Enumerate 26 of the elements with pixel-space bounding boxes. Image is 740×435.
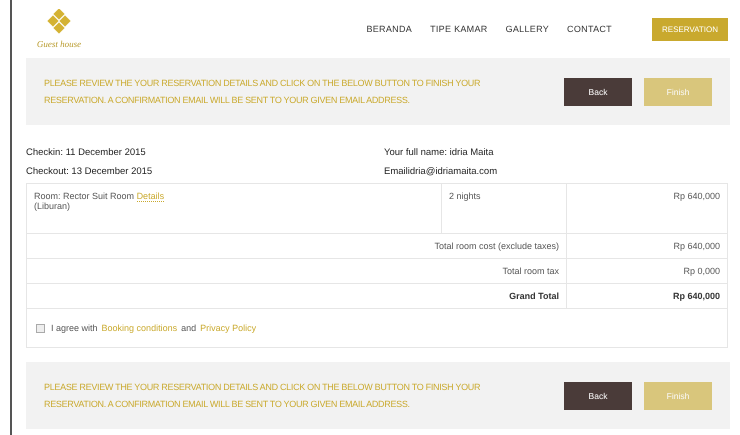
email-text: Emailidria@idriamaita.com — [384, 166, 498, 177]
notice-message: PLEASE REVIEW THE YOUR RESERVATION DETAILS AND CLICK ON THE BELOW BUTTON TO FINISH YOUR RESERVATION. A CONFIRMATION EMAIL WILL BE SENT TO YOUR GIVEN EMAIL ADDRESS. — [44, 76, 482, 106]
total-value: Rp 0,000 — [683, 266, 720, 276]
total-value: Rp 640,000 — [673, 241, 720, 251]
checkout-text: Checkout: 13 December 2015 — [26, 166, 154, 177]
back-button[interactable]: Back — [564, 78, 632, 106]
nav-link[interactable]: BERANDA — [366, 24, 412, 34]
notice-message: PLEASE REVIEW THE YOUR RESERVATION DETAILS AND CLICK ON THE BELOW BUTTON TO FINISH YOUR RESERVATION. A CONFIRMATION EMAIL WILL BE SENT TO YOUR GIVEN EMAIL ADDRESS. — [44, 380, 482, 410]
agree-checkbox[interactable] — [36, 324, 45, 332]
room-type-text: (Liburan) — [34, 201, 72, 211]
nav-link[interactable]: CONTACT — [567, 24, 612, 34]
logo-text: Guest house — [36, 39, 82, 49]
price-text: Rp 640,000 — [673, 191, 720, 201]
name-text: Your full name: idria Maita — [384, 147, 494, 158]
nav-link[interactable]: TIPE KAMAR — [430, 24, 488, 34]
room-text: Room: Rector Suit Room Details — [34, 191, 166, 201]
agree-text: and — [181, 323, 196, 333]
agree-text: I agree with — [51, 323, 98, 333]
total-label: Grand Total — [509, 291, 559, 301]
total-value: Rp 640,000 — [672, 291, 720, 301]
total-label: Total room tax — [502, 266, 559, 276]
back-button[interactable]: Back — [564, 382, 632, 410]
total-label: Total room cost (exclude taxes) — [434, 241, 559, 251]
checkin-text: Checkin: 11 December 2015 — [26, 147, 147, 158]
nights-text: 2 nights — [449, 191, 481, 201]
nav-link[interactable]: GALLERY — [506, 24, 550, 34]
